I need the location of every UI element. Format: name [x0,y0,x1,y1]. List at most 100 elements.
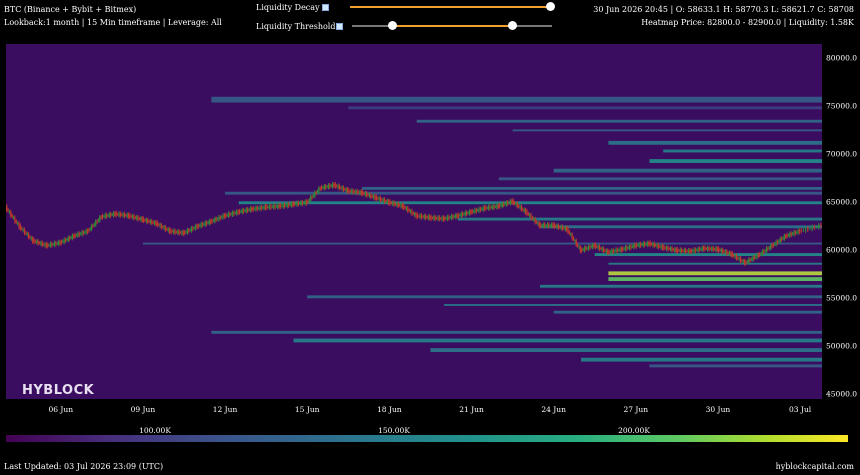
price-candle [426,217,428,218]
price-candle [40,241,42,245]
price-candle [151,220,153,224]
x-tick-label: 18 Jun [377,405,402,414]
price-candle [170,229,172,234]
decay-track [350,6,550,8]
price-candle [765,247,768,253]
price-candle [686,250,688,252]
price-candle [459,214,461,216]
price-candle [360,190,362,195]
price-candle [638,243,640,247]
liquidation-heatmap[interactable] [6,44,822,399]
price-candle [214,218,216,223]
price-candle [156,221,158,226]
price-candle [374,195,376,200]
price-candle [367,194,369,196]
price-candle [242,209,245,213]
price-candle [342,186,345,191]
liquidity-decay-slider[interactable] [350,0,555,14]
price-candle [711,247,713,251]
price-candle [411,210,413,215]
price-candle [152,222,154,224]
price-candle [598,245,601,250]
price-candle [299,203,301,205]
liquidity-threshold-slider[interactable] [352,19,552,33]
price-candle [760,253,762,255]
price-candle [185,231,187,233]
liquidity-decay-checkbox[interactable] [322,3,329,11]
price-candle [523,209,525,212]
price-candle [670,247,672,251]
price-candle [589,245,591,249]
liquidity-decay-label: Liquidity Decay [256,2,320,12]
price-candle [8,211,11,213]
x-tick-label: 12 Jun [212,405,238,414]
price-candle [660,245,662,249]
price-candle [238,210,241,214]
price-candle [110,213,112,217]
price-candle [58,241,60,245]
threshold-range-fill [392,25,512,27]
colorbar-tick: 200.00K [618,426,650,435]
price-candle [38,242,41,244]
price-candle [357,192,360,193]
price-candle [418,215,420,217]
price-candle [312,195,314,197]
price-candle [414,213,416,216]
price-candle [624,246,627,251]
price-candle [629,245,631,250]
price-candle [492,205,494,209]
price-candle [304,200,306,205]
price-candle [501,202,503,207]
liquidity-band [498,177,822,181]
price-candle [631,246,633,248]
price-candle [616,248,618,252]
x-tick-label: 24 Jun [541,405,566,414]
price-candle [667,246,669,251]
price-candle [419,214,421,218]
price-candle [222,214,224,219]
site-link[interactable]: hyblockcapital.com [776,462,854,471]
price-candle [386,200,388,204]
price-candle [81,231,83,236]
price-candle [790,232,792,236]
price-candle [207,222,209,224]
price-candle [23,228,26,234]
price-candle [119,212,121,217]
price-candle [538,222,540,228]
price-candle [440,218,442,220]
price-candle [635,243,638,248]
price-candle [548,223,550,228]
price-candle [337,185,339,188]
price-candle [74,234,76,238]
x-tick-label: 06 Jun [48,405,74,414]
price-candle [422,216,424,218]
threshold-high-handle[interactable] [507,21,517,30]
price-candle [63,238,65,243]
price-candle [308,199,310,201]
price-candle [66,239,68,241]
price-candle [251,207,253,211]
price-candle [471,210,473,214]
price-candle [193,227,195,229]
price-candle [155,221,157,226]
price-candle [433,216,435,220]
price-candle [346,188,349,193]
price-candle [505,201,508,206]
price-candle [533,218,535,221]
price-candle [158,224,160,225]
price-candle [648,242,650,246]
price-candle [726,250,728,255]
price-candle [171,231,173,233]
price-candle [25,232,27,234]
price-candle [482,206,484,211]
price-candle [687,249,690,253]
decay-slider-handle[interactable] [545,2,555,11]
price-candle [620,247,623,252]
liquidity-threshold-label: Liquidity Threshold [256,21,336,31]
liquidity-threshold-checkbox[interactable] [336,22,343,30]
price-candle [793,231,795,236]
price-candle [141,217,143,222]
price-candle [735,254,738,260]
price-candle [707,246,709,251]
threshold-low-handle[interactable] [387,21,397,30]
